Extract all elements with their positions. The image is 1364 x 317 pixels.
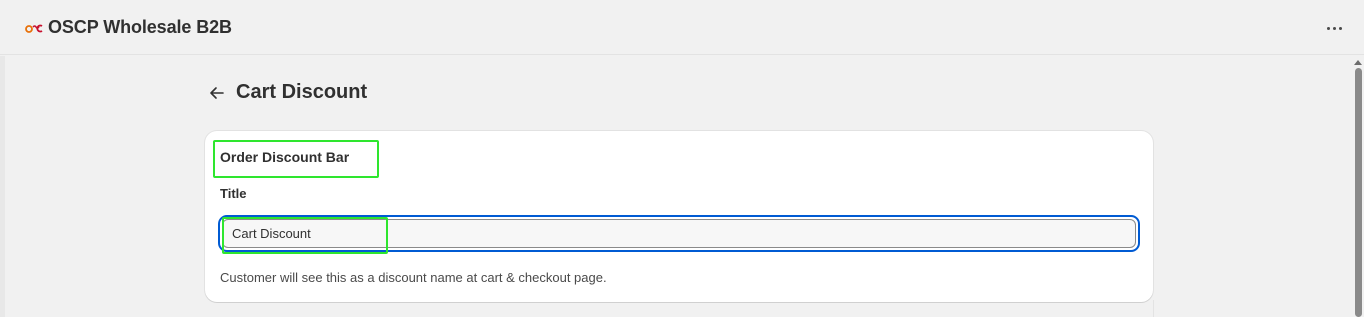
order-discount-card: Order Discount Bar Title Customer will s… [205,131,1153,302]
scroll-up-arrow-icon[interactable] [1354,60,1362,65]
title-field-label: Title [220,186,247,201]
arrow-left-icon [210,87,224,99]
heading-highlight-box [213,140,379,178]
app-title: OSCP Wholesale B2B [48,17,232,37]
title-input-box [222,219,1136,248]
divider [1153,300,1154,317]
scrollbar-thumb[interactable] [1355,68,1362,317]
app-header: OSCP Wholesale B2B [0,0,1364,55]
more-options-button[interactable] [1320,17,1348,39]
title-input[interactable] [223,220,1135,247]
app-logo-icon [25,24,43,33]
page-title: Cart Discount [236,81,368,103]
more-horizontal-icon [1326,26,1330,30]
title-help-text: Customer will see this as a discount nam… [220,270,607,285]
back-button[interactable] [205,82,229,104]
title-input-wrapper [218,215,1140,252]
left-edge [0,56,5,317]
